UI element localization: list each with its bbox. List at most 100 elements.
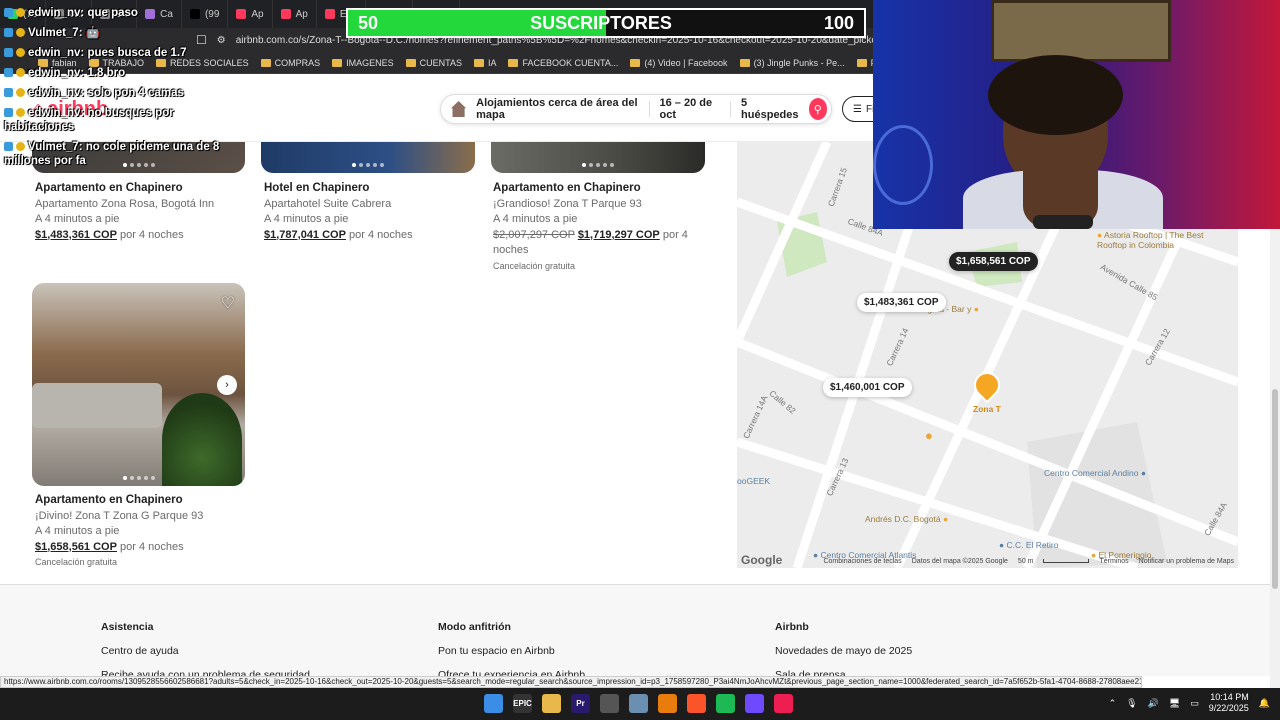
search-button[interactable]: ⚲ xyxy=(808,98,827,120)
chat-message: edwin_nv: no busques por habitaciones xyxy=(4,107,174,133)
chat-badge-icon xyxy=(4,28,13,38)
clock-time: 10:14 PM xyxy=(1210,692,1249,702)
map-shortcuts-link[interactable]: Combinaciones de teclas xyxy=(823,558,901,565)
folder-icon xyxy=(508,58,519,67)
search-guests[interactable]: 5 huéspedes xyxy=(741,97,798,121)
browser-tab[interactable]: Ap xyxy=(228,0,273,28)
house-icon xyxy=(451,101,467,117)
listing-photo[interactable] xyxy=(261,142,475,173)
network-icon[interactable]: 🖥 xyxy=(1169,698,1180,709)
map-price-pin-selected[interactable]: $1,658,561 COP xyxy=(949,252,1038,271)
listing-price: $1,787,041 COP por 4 noches xyxy=(264,228,413,241)
chat-username: edwin_nv xyxy=(28,67,81,79)
microphone-icon[interactable]: 🎙 xyxy=(1126,698,1137,709)
blender-icon[interactable] xyxy=(658,694,677,713)
chat-badge-icon xyxy=(4,88,13,98)
tab-favicon-icon xyxy=(236,9,247,19)
browser-tab[interactable]: Ap xyxy=(273,0,317,28)
chat-badge-icon xyxy=(4,8,13,18)
folder-icon xyxy=(856,58,867,67)
chevron-right-icon[interactable]: › xyxy=(217,375,237,395)
map-data-text: Datos del mapa ©2025 Google xyxy=(911,557,1008,565)
proton-icon[interactable] xyxy=(745,694,764,713)
bookmark-item[interactable]: FACEBOOK CUENTA... xyxy=(508,58,618,68)
listing-card[interactable]: Apartamento en Chapinero Apartamento Zon… xyxy=(35,181,255,243)
footer-link[interactable]: Centro de ayuda xyxy=(101,639,310,663)
footer-heading: Asistencia xyxy=(101,621,154,633)
footer-link[interactable]: Novedades de mayo de 2025 xyxy=(775,639,912,663)
windows-start-icon[interactable] xyxy=(484,694,503,713)
chat-message: Vulmet_7: 🤖 xyxy=(4,26,234,40)
heart-icon[interactable]: ♡ xyxy=(221,293,235,313)
bookmark-label: CUENTAS xyxy=(419,57,462,68)
chat-badge-icon xyxy=(4,48,13,58)
search-bar[interactable]: Alojamientos cerca de área del mapa 16 –… xyxy=(440,94,832,124)
bookmark-item[interactable]: IMAGENES xyxy=(332,58,394,68)
listing-card[interactable]: Apartamento en Chapinero ¡Grandioso! Zon… xyxy=(493,181,723,274)
poi-label: ● C.C. El Retiro xyxy=(999,540,1059,550)
listing-distance: A 4 minutos a pie xyxy=(264,213,349,225)
bookmark-item[interactable]: CUENTAS xyxy=(405,57,462,68)
bookmark-item[interactable]: (4) Video | Facebook xyxy=(630,58,728,68)
notepad-icon[interactable] xyxy=(629,694,648,713)
tiktok-icon[interactable] xyxy=(774,694,793,713)
poster-frame xyxy=(991,0,1171,62)
chat-username: edwin_nv xyxy=(28,87,81,99)
bookmark-item[interactable]: (3) Jingle Punks - Pe... xyxy=(739,58,845,68)
chevron-up-icon[interactable]: ⌃ xyxy=(1109,698,1117,709)
listing-subtitle: ¡Divino! Zona T Zona G Parque 93 xyxy=(35,509,204,522)
sofa-shape xyxy=(32,383,162,428)
obs-icon[interactable] xyxy=(600,694,619,713)
clock-date: 9/22/2025 xyxy=(1208,703,1249,713)
listing-photo[interactable]: ♡ › xyxy=(32,283,245,486)
listing-subtitle: ¡Grandioso! Zona T Parque 93 xyxy=(493,197,642,210)
map-report-link[interactable]: Notificar un problema de Maps xyxy=(1139,558,1234,565)
footer-heading: Airbnb xyxy=(775,621,809,633)
tab-label: Ap xyxy=(251,8,264,20)
premiere-icon[interactable]: Pr xyxy=(571,694,590,713)
map-scale-bar xyxy=(1043,559,1090,563)
folder-icon xyxy=(630,58,641,67)
map-price-pin[interactable]: $1,460,001 COP xyxy=(823,378,912,397)
clock[interactable]: 10:14 PM 9/22/2025 xyxy=(1209,692,1249,714)
bookmark-item[interactable]: COMPRAS xyxy=(260,58,320,68)
listing-photo[interactable] xyxy=(491,142,705,173)
bookmark-item[interactable]: IA xyxy=(473,57,497,68)
epic-games-icon[interactable]: EPIC xyxy=(513,694,532,713)
chat-badge-icon xyxy=(16,108,25,118)
notification-icon[interactable]: 🔔 xyxy=(1259,698,1270,709)
spotify-icon[interactable] xyxy=(716,694,735,713)
poi-label: Andrés D.C. Bogotá ● xyxy=(865,514,949,524)
map-price-pin[interactable]: $1,483,361 COP xyxy=(857,293,946,312)
battery-icon[interactable]: ▭ xyxy=(1190,698,1199,709)
search-location[interactable]: Alojamientos cerca de área del mapa xyxy=(476,97,639,121)
listing-title: Apartamento en Chapinero xyxy=(493,182,641,194)
listing-card[interactable]: Hotel en Chapinero Apartahotel Suite Cab… xyxy=(264,181,484,243)
footer-link[interactable]: Pon tu espacio en Airbnb xyxy=(438,639,585,663)
windows-taskbar: EPIC Pr ⌃ 🎙 🔊 🖥 ▭ 10:14 PM 9/22/2025 🔔 xyxy=(0,688,1280,720)
folder-icon xyxy=(405,58,416,67)
pin-icon: ● xyxy=(942,514,949,524)
photo-dots xyxy=(582,163,614,167)
file-explorer-icon[interactable] xyxy=(542,694,561,713)
listing-old-price: $2,007,297 COP xyxy=(493,228,575,241)
listing-distance: A 4 minutos a pie xyxy=(35,525,120,537)
photo-dots xyxy=(352,163,384,167)
page-scrollbar[interactable] xyxy=(1270,229,1280,688)
map-terms-link[interactable]: Términos xyxy=(1099,558,1128,565)
filter-icon: ☰ xyxy=(853,103,862,115)
listing-note: Cancelación gratuita xyxy=(493,260,576,271)
listing-card[interactable]: Apartamento en Chapinero ¡Divino! Zona T… xyxy=(35,493,255,571)
bookmark-item[interactable]: Pepo x @kazu.oficia... xyxy=(856,58,873,68)
volume-icon[interactable]: 🔊 xyxy=(1148,698,1159,709)
scrollbar-thumb[interactable] xyxy=(1272,389,1278,589)
webcam-overlay xyxy=(873,0,1280,229)
status-bar-url: https://www.airbnb.com.co/rooms/13095285… xyxy=(0,676,1142,688)
search-dates[interactable]: 16 – 20 de oct xyxy=(660,97,721,121)
poi-label: ● Astoria Rooftop | The Best Rooftop in … xyxy=(1097,230,1204,250)
brave-icon[interactable] xyxy=(687,694,706,713)
chat-username: edwin_nv xyxy=(28,47,81,59)
bookmark-label: IA xyxy=(487,57,497,68)
chat-badge-icon xyxy=(16,48,25,58)
tab-favicon-icon xyxy=(280,9,291,19)
